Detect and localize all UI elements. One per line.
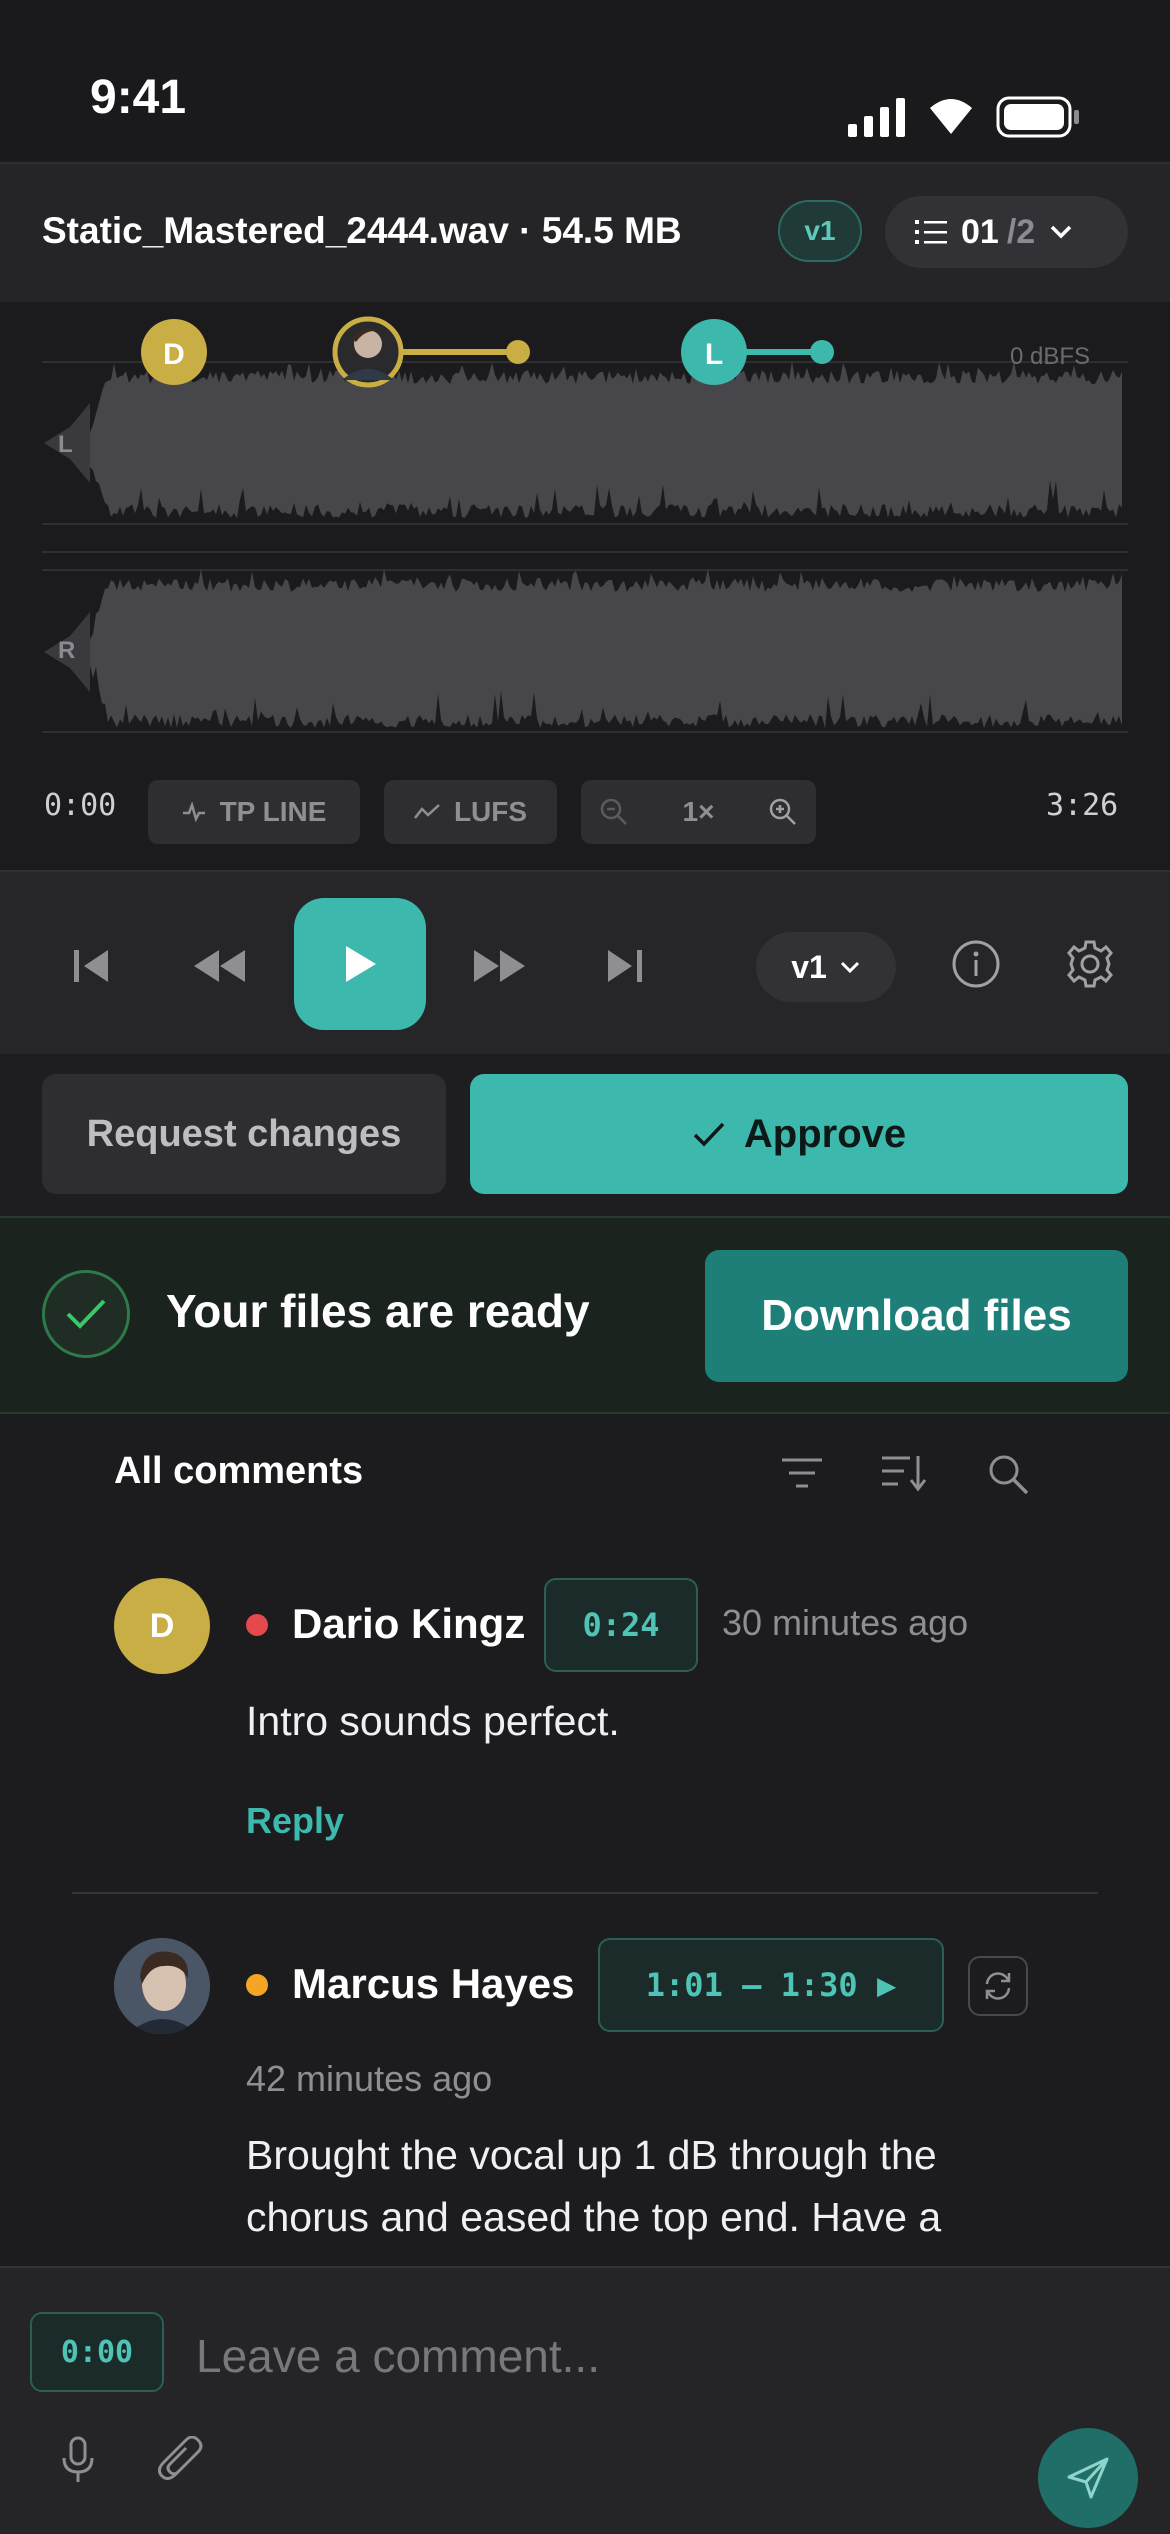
channel-right-label: R [58, 637, 75, 664]
comment-item: D [114, 1578, 210, 1674]
marcus-range-end[interactable] [506, 340, 530, 364]
pulse-icon [182, 802, 205, 822]
loop-button[interactable] [968, 1956, 1028, 2016]
zoom-control: 1× [581, 780, 816, 844]
comment-author: Marcus Hayes [292, 1960, 575, 2007]
lufs-label: LUFS [453, 796, 528, 827]
waveform-panel[interactable]: D L 0 dBFS L R 0:00 TP LINE LUFS 1× 3:26 [0, 302, 1170, 870]
approve-button[interactable]: Approve [470, 1074, 1128, 1194]
comment-text: Brought the vocal up 1 dB through the ch… [246, 2132, 942, 2240]
composer-timestamp[interactable]: 0:00 [30, 2312, 164, 2392]
left-channel-waveform [44, 360, 1122, 518]
channel-left-label: L [58, 431, 73, 458]
pager-total: /2 [1006, 212, 1036, 251]
battery-icon [996, 96, 1079, 138]
rewind-icon[interactable] [192, 948, 248, 984]
version-select[interactable]: v1 [756, 932, 896, 1002]
marker-l-initial: L [705, 338, 723, 371]
right-channel-waveform [44, 569, 1122, 729]
tp-line-label: TP LINE [219, 796, 327, 827]
file-name: Static_Mastered_2444.wav · 54.5 MB [42, 210, 682, 251]
version-badge[interactable]: v1 [778, 200, 862, 262]
zoom-out-icon[interactable] [599, 797, 629, 827]
reply-link[interactable]: Reply [246, 1800, 344, 1842]
version-select-value: v1 [791, 948, 827, 985]
comment-author: Dario Kingz [292, 1600, 526, 1647]
play-icon [346, 946, 376, 982]
zoom-in-icon[interactable] [768, 797, 798, 827]
end-time: 3:26 [1046, 788, 1119, 823]
marker-marcus-avatar[interactable] [332, 316, 404, 388]
comment-timestamp[interactable]: 0:24 [544, 1578, 698, 1672]
microphone-icon[interactable] [60, 2436, 96, 2484]
track-pager[interactable]: 01 /2 [885, 196, 1128, 268]
chevron-down-icon [840, 961, 859, 974]
cellular-signal-icon [848, 98, 905, 137]
waveform-canvas[interactable]: D L 0 dBFS L R [0, 302, 1170, 742]
status-dot [246, 1974, 268, 1996]
check-icon [693, 1122, 725, 1147]
files-ready-banner: Your files are ready Download files [0, 1216, 1170, 1414]
file-header: Static_Mastered_2444.wav · 54.5 MB v1 01… [0, 162, 1170, 304]
gear-icon[interactable] [1064, 938, 1116, 990]
zoom-level: 1× [682, 796, 715, 827]
fast-forward-icon[interactable] [472, 948, 528, 984]
divider [72, 1892, 1098, 1894]
send-button[interactable] [1038, 2428, 1138, 2528]
list-icon [915, 220, 947, 244]
send-icon [1067, 2457, 1109, 2499]
trend-icon [413, 804, 440, 819]
wifi-icon [930, 99, 972, 134]
status-bar: 9:41 [0, 0, 1170, 162]
start-time: 0:00 [44, 788, 117, 823]
skip-start-icon[interactable] [72, 948, 112, 984]
paperclip-icon[interactable] [158, 2436, 204, 2484]
approve-label: Approve [743, 1111, 907, 1156]
tp-line-toggle[interactable]: TP LINE [148, 780, 360, 844]
comments-header: All comments [114, 1450, 364, 1492]
search-icon[interactable] [986, 1452, 1030, 1496]
lufs-toggle[interactable]: LUFS [384, 780, 557, 844]
l-range-end[interactable] [810, 340, 834, 364]
comment-time-ago: 30 minutes ago [722, 1602, 969, 1643]
chevron-down-icon [1050, 225, 1072, 239]
skip-end-icon[interactable] [606, 948, 646, 984]
dbfs-label: 0 dBFS [1010, 343, 1090, 370]
filter-icon[interactable] [780, 1454, 824, 1494]
download-files-button[interactable]: Download files [705, 1250, 1128, 1382]
comment-timestamp-range[interactable]: 1:01 — 1:30 ▶ [598, 1938, 944, 2032]
avatar [114, 1938, 210, 2034]
comment-time-ago: 42 minutes ago [246, 2058, 493, 2099]
files-ready-text: Your files are ready [166, 1285, 590, 1337]
comment-composer: 0:00 [0, 2266, 1170, 2534]
status-dot [246, 1614, 268, 1636]
play-button[interactable] [294, 898, 426, 1030]
request-changes-button[interactable]: Request changes [42, 1074, 446, 1194]
avatar: D [114, 1578, 210, 1674]
loop-icon [985, 1972, 1011, 2000]
marcus-avatar-image [114, 1938, 210, 2034]
comment-input[interactable] [196, 2316, 1096, 2396]
sort-icon[interactable] [880, 1452, 926, 1494]
status-time: 9:41 [90, 71, 187, 124]
ready-check-icon [42, 1270, 130, 1358]
marker-d-initial: D [163, 338, 185, 371]
pager-current: 01 [961, 212, 999, 251]
comment-text: Intro sounds perfect. [246, 1698, 620, 1744]
info-icon[interactable] [950, 938, 1002, 990]
transport-bar: v1 [0, 870, 1170, 1058]
review-actions: Request changes Approve [0, 1054, 1170, 1216]
